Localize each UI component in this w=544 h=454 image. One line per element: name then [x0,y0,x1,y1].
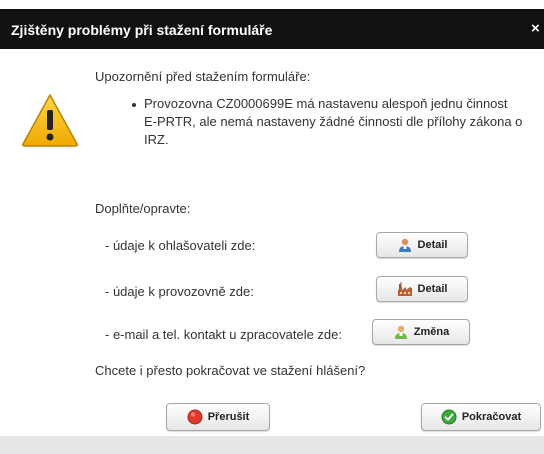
button-label: Detail [417,283,448,295]
processor-change-button[interactable]: Změna [372,319,470,345]
row-label-facility: - údaje k provozovně zde: [105,284,254,299]
check-circle-icon [441,409,457,425]
row-label-processor: - e-mail a tel. kontakt u zpracovatele z… [105,327,343,342]
facility-detail-button[interactable]: Detail [376,276,468,302]
dialog-titlebar: Zjištěny problémy při stažení formuláře … [0,9,544,49]
factory-icon [397,281,412,296]
warning-icon [22,94,78,147]
bullet-dot [132,103,136,107]
button-label: Pokračovat [461,411,522,423]
bullet-line: IRZ. [144,132,169,147]
button-label: Přerušit [207,411,250,423]
continue-button[interactable]: Pokračovat [421,403,541,431]
stop-icon [187,409,203,425]
close-icon[interactable]: × [531,20,540,37]
button-label: Změna [413,326,450,338]
download-problems-dialog: Zjištěny problémy při stažení formuláře … [0,0,544,454]
continue-question: Chcete i přesto pokračovat ve stažení hl… [95,363,366,378]
cancel-button[interactable]: Přerušit [166,403,270,431]
fix-prompt: Doplňte/opravte: [95,201,191,216]
warning-bullet: Provozovna CZ0000699E má nastavenu alesp… [144,95,522,149]
bullet-line: E-PRTR, ale nemá nastaveny žádné činnost… [144,114,523,129]
dialog-title: Zjištěny problémy při stažení formuláře [11,22,273,38]
reporter-detail-button[interactable]: Detail [376,232,468,258]
intro-text: Upozornění před stažením formuláře: [95,69,311,84]
bullet-line: Provozovna CZ0000699E má nastavenu alesp… [144,96,508,111]
row-label-reporter: - údaje k ohlašovateli zde: [105,238,256,253]
dialog-footer-bar [0,436,544,454]
button-label: Detail [417,239,448,251]
person-icon [398,238,411,252]
person-edit-icon [394,325,407,339]
